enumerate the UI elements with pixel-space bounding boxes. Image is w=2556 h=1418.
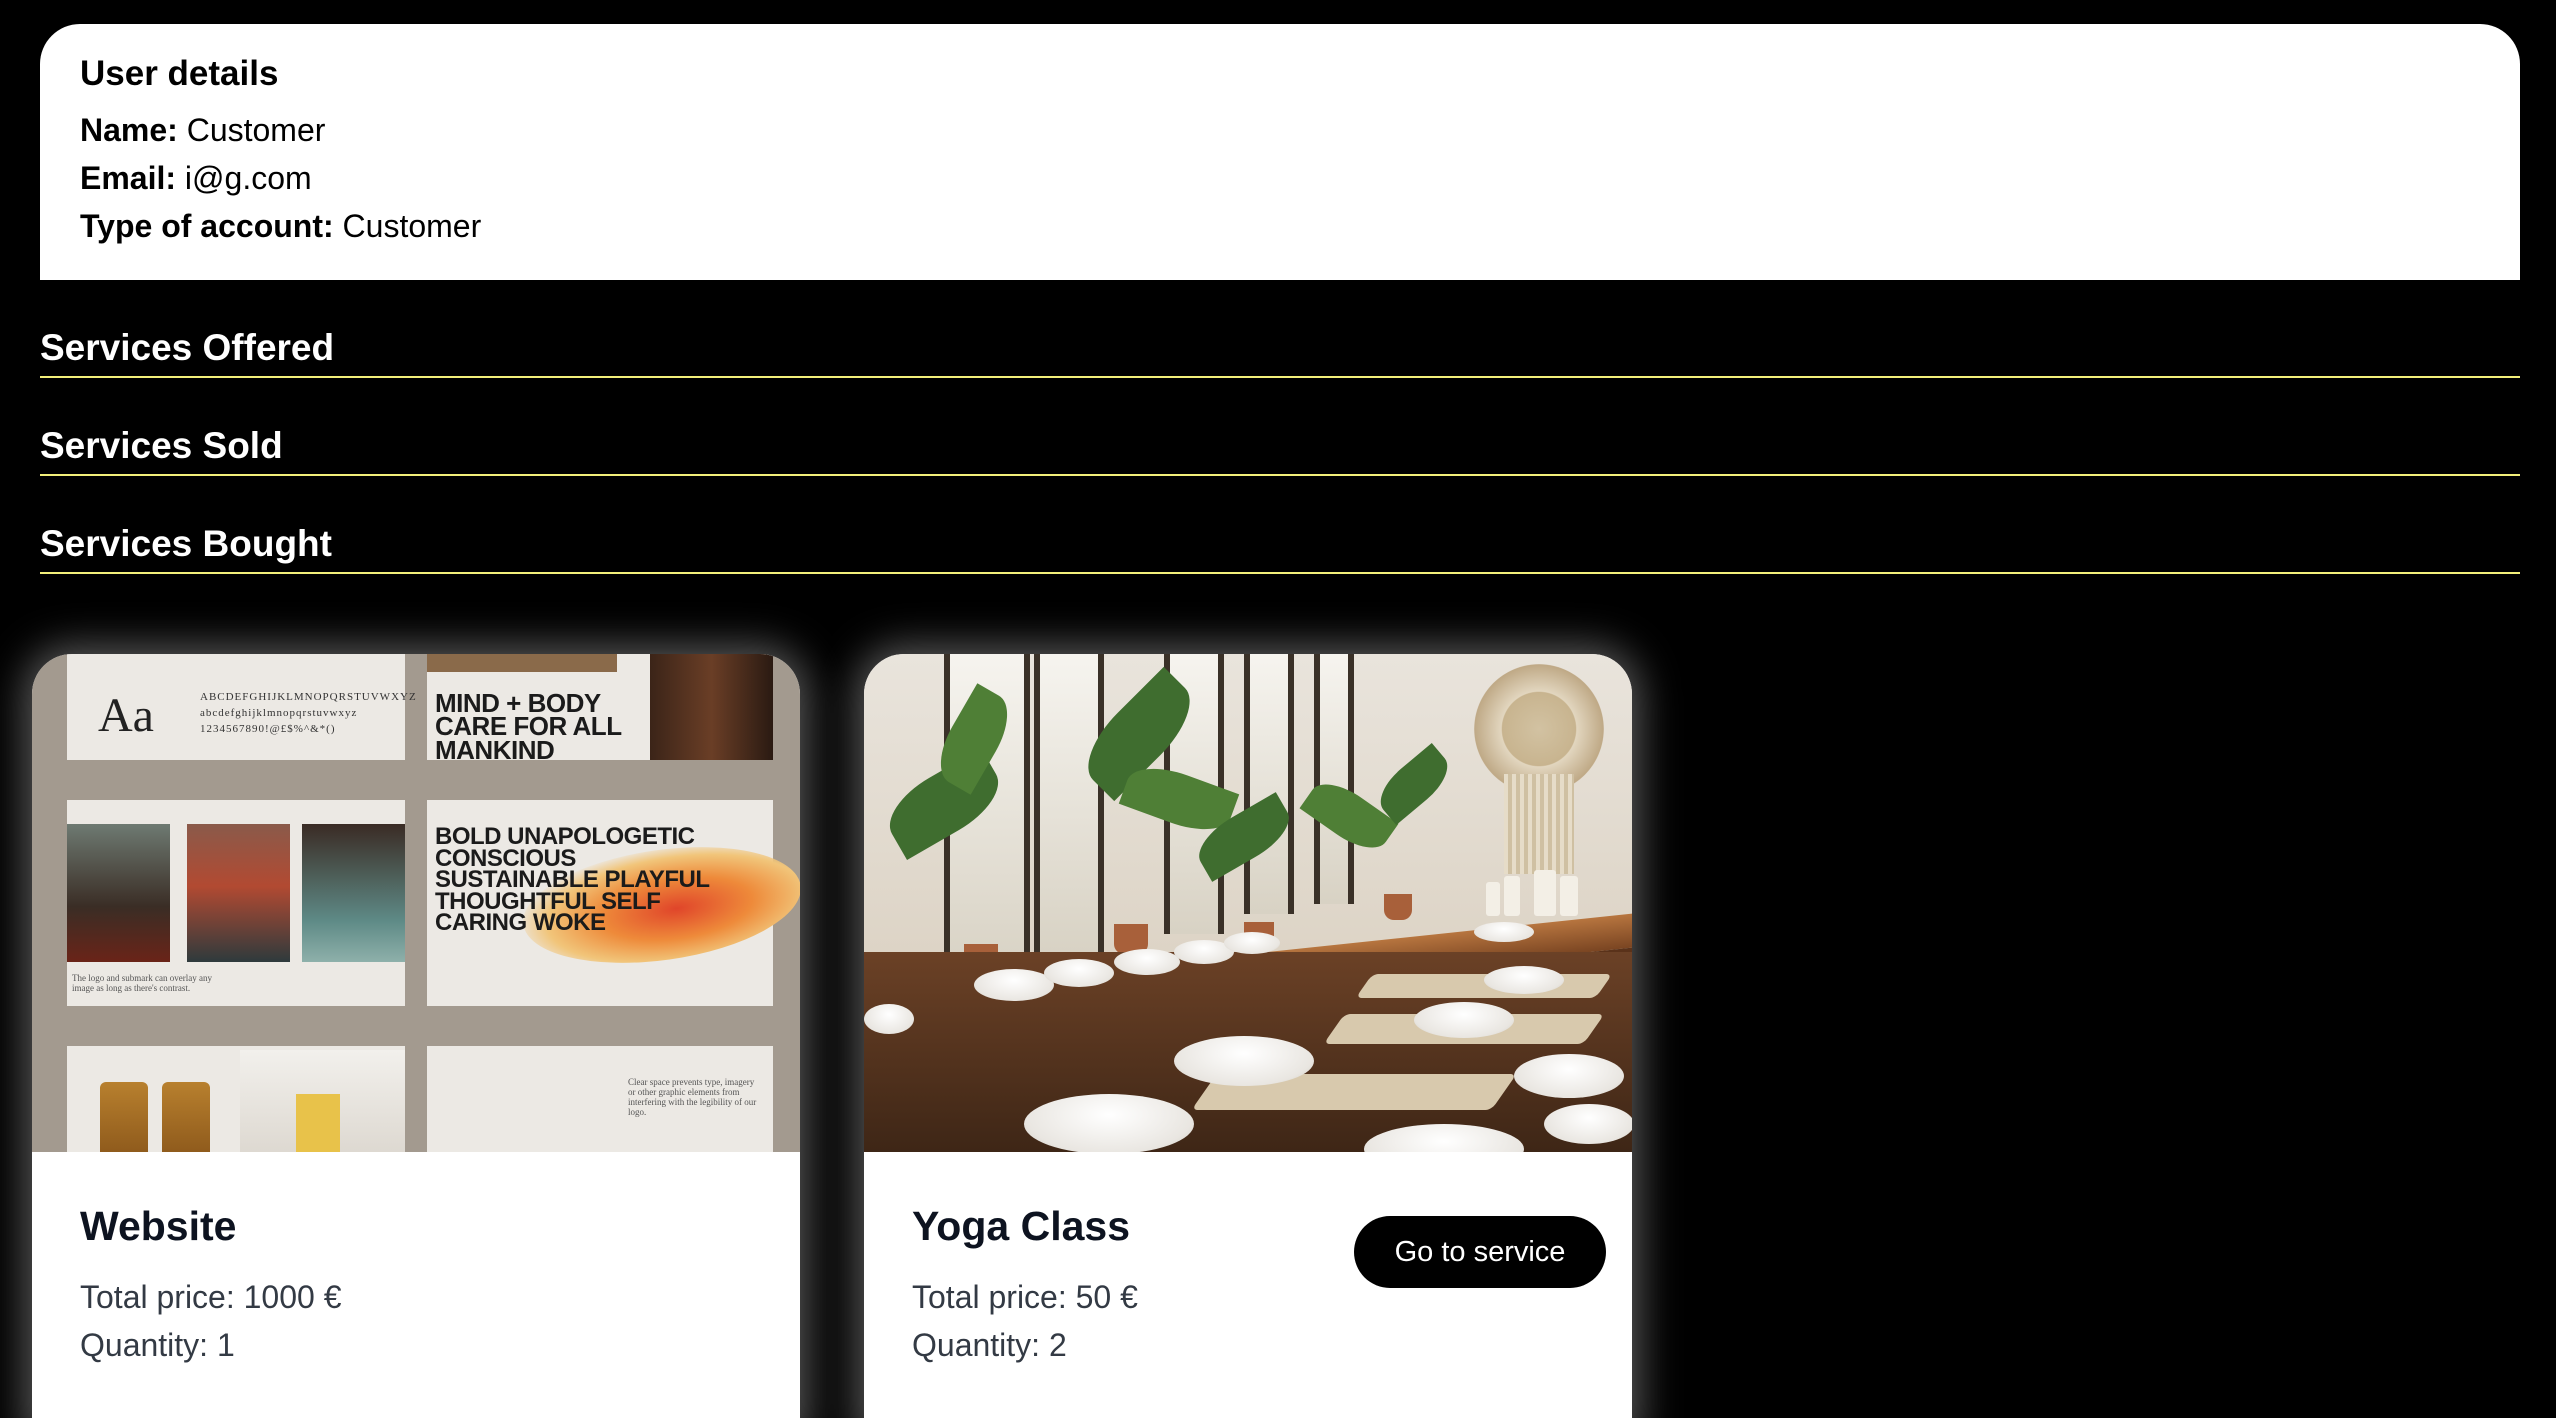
user-name-row: Name: Customer (80, 106, 2480, 154)
service-quantity: Quantity: 1 (80, 1327, 235, 1364)
account-type-value: Customer (342, 207, 482, 244)
brand-values: BOLD UNAPOLOGETIC CONSCIOUS SUSTAINABLE … (435, 823, 710, 937)
alphabet-upper: ABCDEFGHIJKLMNOPQRSTUVWXYZ (200, 691, 417, 703)
services-bought-heading: Services Bought (40, 522, 2520, 575)
name-value: Customer (186, 111, 326, 148)
services-sold-heading: Services Sold (40, 424, 2520, 477)
user-details-title: User details (80, 54, 279, 93)
account-type-label: Type of account: (80, 207, 334, 244)
user-account-type-row: Type of account: Customer (80, 202, 2480, 250)
profile-page: User details Name: Customer Email: i@g.c… (0, 0, 2556, 1418)
email-value: i@g.com (184, 159, 312, 196)
service-title: Website (80, 1203, 237, 1249)
service-quantity: Quantity: 2 (912, 1327, 1067, 1364)
yoga-card-body: Yoga Class Total price: 50 € Quantity: 2… (864, 1152, 1632, 1369)
digits-sample: 1234567890!@£$%^&*() (200, 723, 336, 735)
user-email-row: Email: i@g.com (80, 154, 2480, 202)
service-card-yoga-class[interactable]: Yoga Class Total price: 50 € Quantity: 2… (864, 654, 1632, 1418)
service-card-website[interactable]: Aa ABCDEFGHIJKLMNOPQRSTUVWXYZ abcdefghij… (32, 654, 800, 1418)
brand-slogan: MIND + BODY CARE FOR ALL MANKIND (435, 688, 622, 765)
name-label: Name: (80, 111, 178, 148)
website-card-body: Website Total price: 1000 € Quantity: 1 (32, 1152, 800, 1369)
service-total-price: Total price: 1000 € (80, 1279, 342, 1316)
go-to-service-button[interactable]: Go to service (1354, 1216, 1606, 1288)
alphabet-lower: abcdefghijklmnopqrstuvwxyz (200, 707, 358, 719)
services-offered-heading: Services Offered (40, 326, 2520, 379)
user-details-card: User details Name: Customer Email: i@g.c… (40, 24, 2520, 280)
yoga-class-service-image (864, 654, 1632, 1152)
website-service-image: Aa ABCDEFGHIJKLMNOPQRSTUVWXYZ abcdefghij… (32, 654, 800, 1152)
typeface-sample: Aa (98, 689, 154, 742)
email-label: Email: (80, 159, 177, 196)
